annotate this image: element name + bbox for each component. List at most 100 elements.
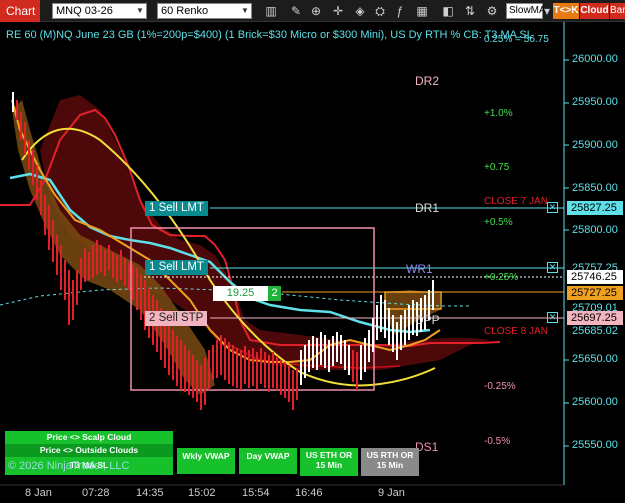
candle [432, 280, 434, 310]
outside-clouds-button[interactable]: Price <> Outside Clouds [5, 444, 173, 457]
candle [364, 338, 366, 372]
close-icon[interactable]: ✕ [547, 312, 558, 323]
time-axis-label: 9 Jan [378, 487, 405, 499]
candle [396, 322, 398, 360]
day-vwap-button[interactable]: Day VWAP [239, 448, 297, 474]
candle [300, 350, 302, 385]
us-eth-or-button[interactable]: US ETH OR 15 Min [300, 448, 358, 476]
candle [124, 258, 126, 286]
range-count-badge: 2 [268, 286, 281, 301]
mid-price-tag: 25727.25 [567, 286, 623, 300]
candle [184, 345, 186, 392]
candle [120, 250, 122, 280]
y-axis-label: 25685.02 [572, 325, 618, 337]
candle [56, 235, 58, 275]
candle [344, 340, 346, 370]
candle [412, 300, 414, 335]
candle [20, 112, 22, 140]
y-axis-label: 25950.00 [572, 96, 618, 108]
candle [48, 205, 50, 250]
candle [136, 268, 138, 310]
dr2-label: DR2 [415, 74, 440, 88]
stop-price-tag: 25697.25 [567, 311, 623, 325]
minus-05pct-label: -0.5% [484, 436, 511, 447]
candle [132, 265, 134, 300]
candle [224, 338, 226, 380]
candle [244, 346, 246, 384]
candle [308, 340, 310, 372]
candle [304, 345, 306, 378]
plus-075-label: +0.75 [484, 162, 510, 173]
chart-title: RE 60 (M)NQ June 23 GB (1%=200p=$400) (1… [6, 29, 533, 41]
price-chart[interactable] [0, 0, 625, 503]
y-axis-label: 26000.00 [572, 53, 618, 65]
y-axis-label: 25800.00 [572, 224, 618, 236]
candle [228, 342, 230, 384]
candle [376, 305, 378, 340]
time-axis-label: 14:35 [136, 487, 164, 499]
candle [368, 330, 370, 362]
candle [188, 350, 190, 395]
candle [208, 350, 210, 390]
candle [320, 332, 322, 365]
sell-limit-order-tag[interactable]: 1 Sell LMT [145, 201, 208, 216]
candle [180, 340, 182, 390]
candle [240, 350, 242, 390]
candle [76, 270, 78, 305]
candle [16, 100, 18, 120]
candle [116, 255, 118, 282]
candle [392, 315, 394, 352]
candle [36, 165, 38, 200]
weekly-vwap-button[interactable]: Wkly VWAP [177, 448, 235, 474]
candle [24, 122, 26, 155]
time-axis-label: 8 Jan [25, 487, 52, 499]
candle [96, 240, 98, 275]
dr1-price-tag: 25827.25 [567, 201, 623, 215]
us-rth-or-button[interactable]: US RTH OR 15 Min [361, 448, 419, 476]
minus-025pct-label: -0.25% [484, 381, 516, 392]
close-icon[interactable]: ✕ [547, 202, 558, 213]
close-7-jan-label: CLOSE 7 JAN [484, 196, 548, 207]
y-axis-label: 25900.00 [572, 139, 618, 151]
candle [156, 300, 158, 352]
dr1-label: DR1 [415, 201, 440, 215]
candle [272, 352, 274, 388]
candle [44, 195, 46, 235]
candle [68, 270, 70, 325]
candle [288, 365, 290, 402]
candle [204, 358, 206, 405]
candle [284, 362, 286, 398]
pct-overlay: 0.25% = 56.75 [484, 34, 549, 45]
candle [168, 322, 170, 375]
y-axis-label: 25550.00 [572, 439, 618, 451]
candle [256, 352, 258, 390]
candle [104, 250, 106, 276]
close-icon[interactable]: ✕ [547, 262, 558, 273]
candle [84, 248, 86, 282]
candle [140, 275, 142, 320]
candle [400, 315, 402, 350]
copyright-text: © 2026 NinjaTrader, LLC [8, 460, 130, 472]
last-price-tag: 25746.25 [567, 270, 623, 284]
candle [172, 330, 174, 380]
candle [316, 338, 318, 370]
candle [352, 350, 354, 382]
candle [372, 318, 374, 352]
close-8-jan-label: CLOSE 8 JAN [484, 326, 548, 337]
sell-stop-order-tag[interactable]: 2 Sell STP [145, 311, 208, 326]
candle [72, 280, 74, 320]
candle [52, 220, 54, 262]
candle [276, 356, 278, 390]
sell-limit-order-tag[interactable]: 1 Sell LMT [145, 260, 208, 275]
candle [100, 245, 102, 272]
candle [356, 352, 358, 390]
y-axis-label: 25650.00 [572, 353, 618, 365]
scalp-cloud-button[interactable]: Price <> Scalp Cloud [5, 431, 173, 444]
candle [296, 368, 298, 400]
candle [192, 355, 194, 398]
candle [196, 360, 198, 402]
candle [252, 348, 254, 386]
range-value-badge: 19.25 [213, 286, 268, 301]
wr1-label: WR1 [406, 262, 433, 276]
candle [232, 345, 234, 386]
